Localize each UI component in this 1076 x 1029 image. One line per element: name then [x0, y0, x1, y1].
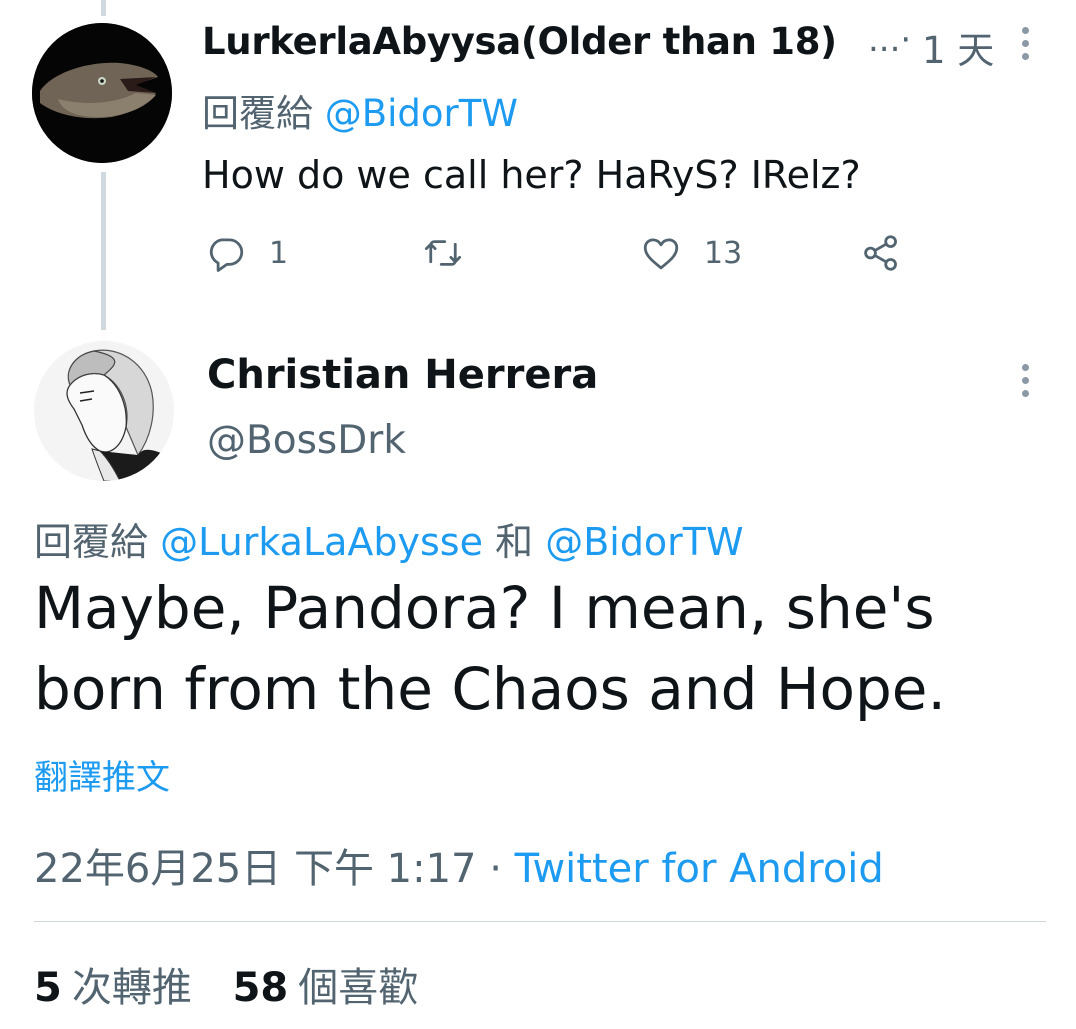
- reply-button[interactable]: 1: [205, 230, 288, 276]
- retweets-stat[interactable]: 5 次轉推: [34, 965, 192, 1011]
- replying-label: 回覆給: [34, 520, 149, 564]
- tweet-stats: 5 次轉推 58 個喜歡: [34, 955, 418, 1013]
- main-handle[interactable]: @BossDrk: [207, 418, 406, 463]
- tweet-timestamp[interactable]: 22年6月25日 下午 1:17: [34, 846, 477, 892]
- replying-handle-link[interactable]: @BidorTW: [325, 92, 518, 135]
- reply-avatar[interactable]: [32, 23, 172, 163]
- likes-label: 個喜歡: [298, 965, 419, 1011]
- thread-line-top: [101, 0, 106, 16]
- reply-tweet-text: How do we call her? HaRyS? IRelz?: [202, 153, 861, 197]
- reply-display-name[interactable]: LurkerlaAbyysa(Older than 18): [202, 20, 837, 63]
- like-icon: [643, 238, 679, 270]
- reply-timestamp[interactable]: 1 天: [922, 20, 994, 74]
- meta-separator: ·: [489, 846, 502, 892]
- retweets-count: 5: [34, 965, 62, 1011]
- reply-count: 1: [269, 235, 289, 271]
- tweet-source-link[interactable]: Twitter for Android: [515, 846, 884, 892]
- retweets-label: 次轉推: [71, 965, 192, 1011]
- retweet-button[interactable]: [422, 230, 486, 276]
- translate-tweet-link[interactable]: 翻譯推文: [34, 750, 170, 799]
- main-avatar[interactable]: [34, 341, 174, 481]
- likes-count: 58: [232, 965, 289, 1011]
- main-more-icon[interactable]: [1022, 364, 1030, 403]
- reply-icon: [209, 238, 244, 272]
- main-display-name[interactable]: Christian Herrera: [207, 352, 598, 398]
- retweet-icon: [424, 240, 462, 266]
- reply-more-icon[interactable]: [1022, 27, 1030, 66]
- share-icon: [864, 235, 897, 271]
- like-button[interactable]: 13: [640, 230, 742, 276]
- replying-handle-1-link[interactable]: @LurkaLaAbysse: [160, 520, 483, 564]
- main-replying-to: 回覆給 @LurkaLaAbysse 和 @BidorTW: [34, 511, 744, 566]
- stats-divider: [34, 921, 1046, 922]
- likes-stat[interactable]: 58 個喜歡: [233, 965, 419, 1011]
- thread-line-bottom: [101, 172, 106, 330]
- tweet-meta: 22年6月25日 下午 1:17 · Twitter for Android: [34, 836, 884, 894]
- share-button[interactable]: [860, 230, 902, 276]
- replying-label: 回覆給: [202, 92, 313, 135]
- reply-replying-to: 回覆給 @BidorTW: [202, 83, 518, 137]
- replying-handle-2-link[interactable]: @BidorTW: [545, 520, 743, 564]
- shark-avatar-image: [32, 23, 172, 163]
- like-count: 13: [704, 235, 743, 271]
- replying-and: 和: [495, 520, 534, 564]
- reply-name-truncation: ...·: [868, 20, 912, 60]
- manga-avatar-image: [34, 341, 174, 481]
- main-tweet-text: Maybe, Pandora? I mean, she's born from …: [34, 574, 946, 723]
